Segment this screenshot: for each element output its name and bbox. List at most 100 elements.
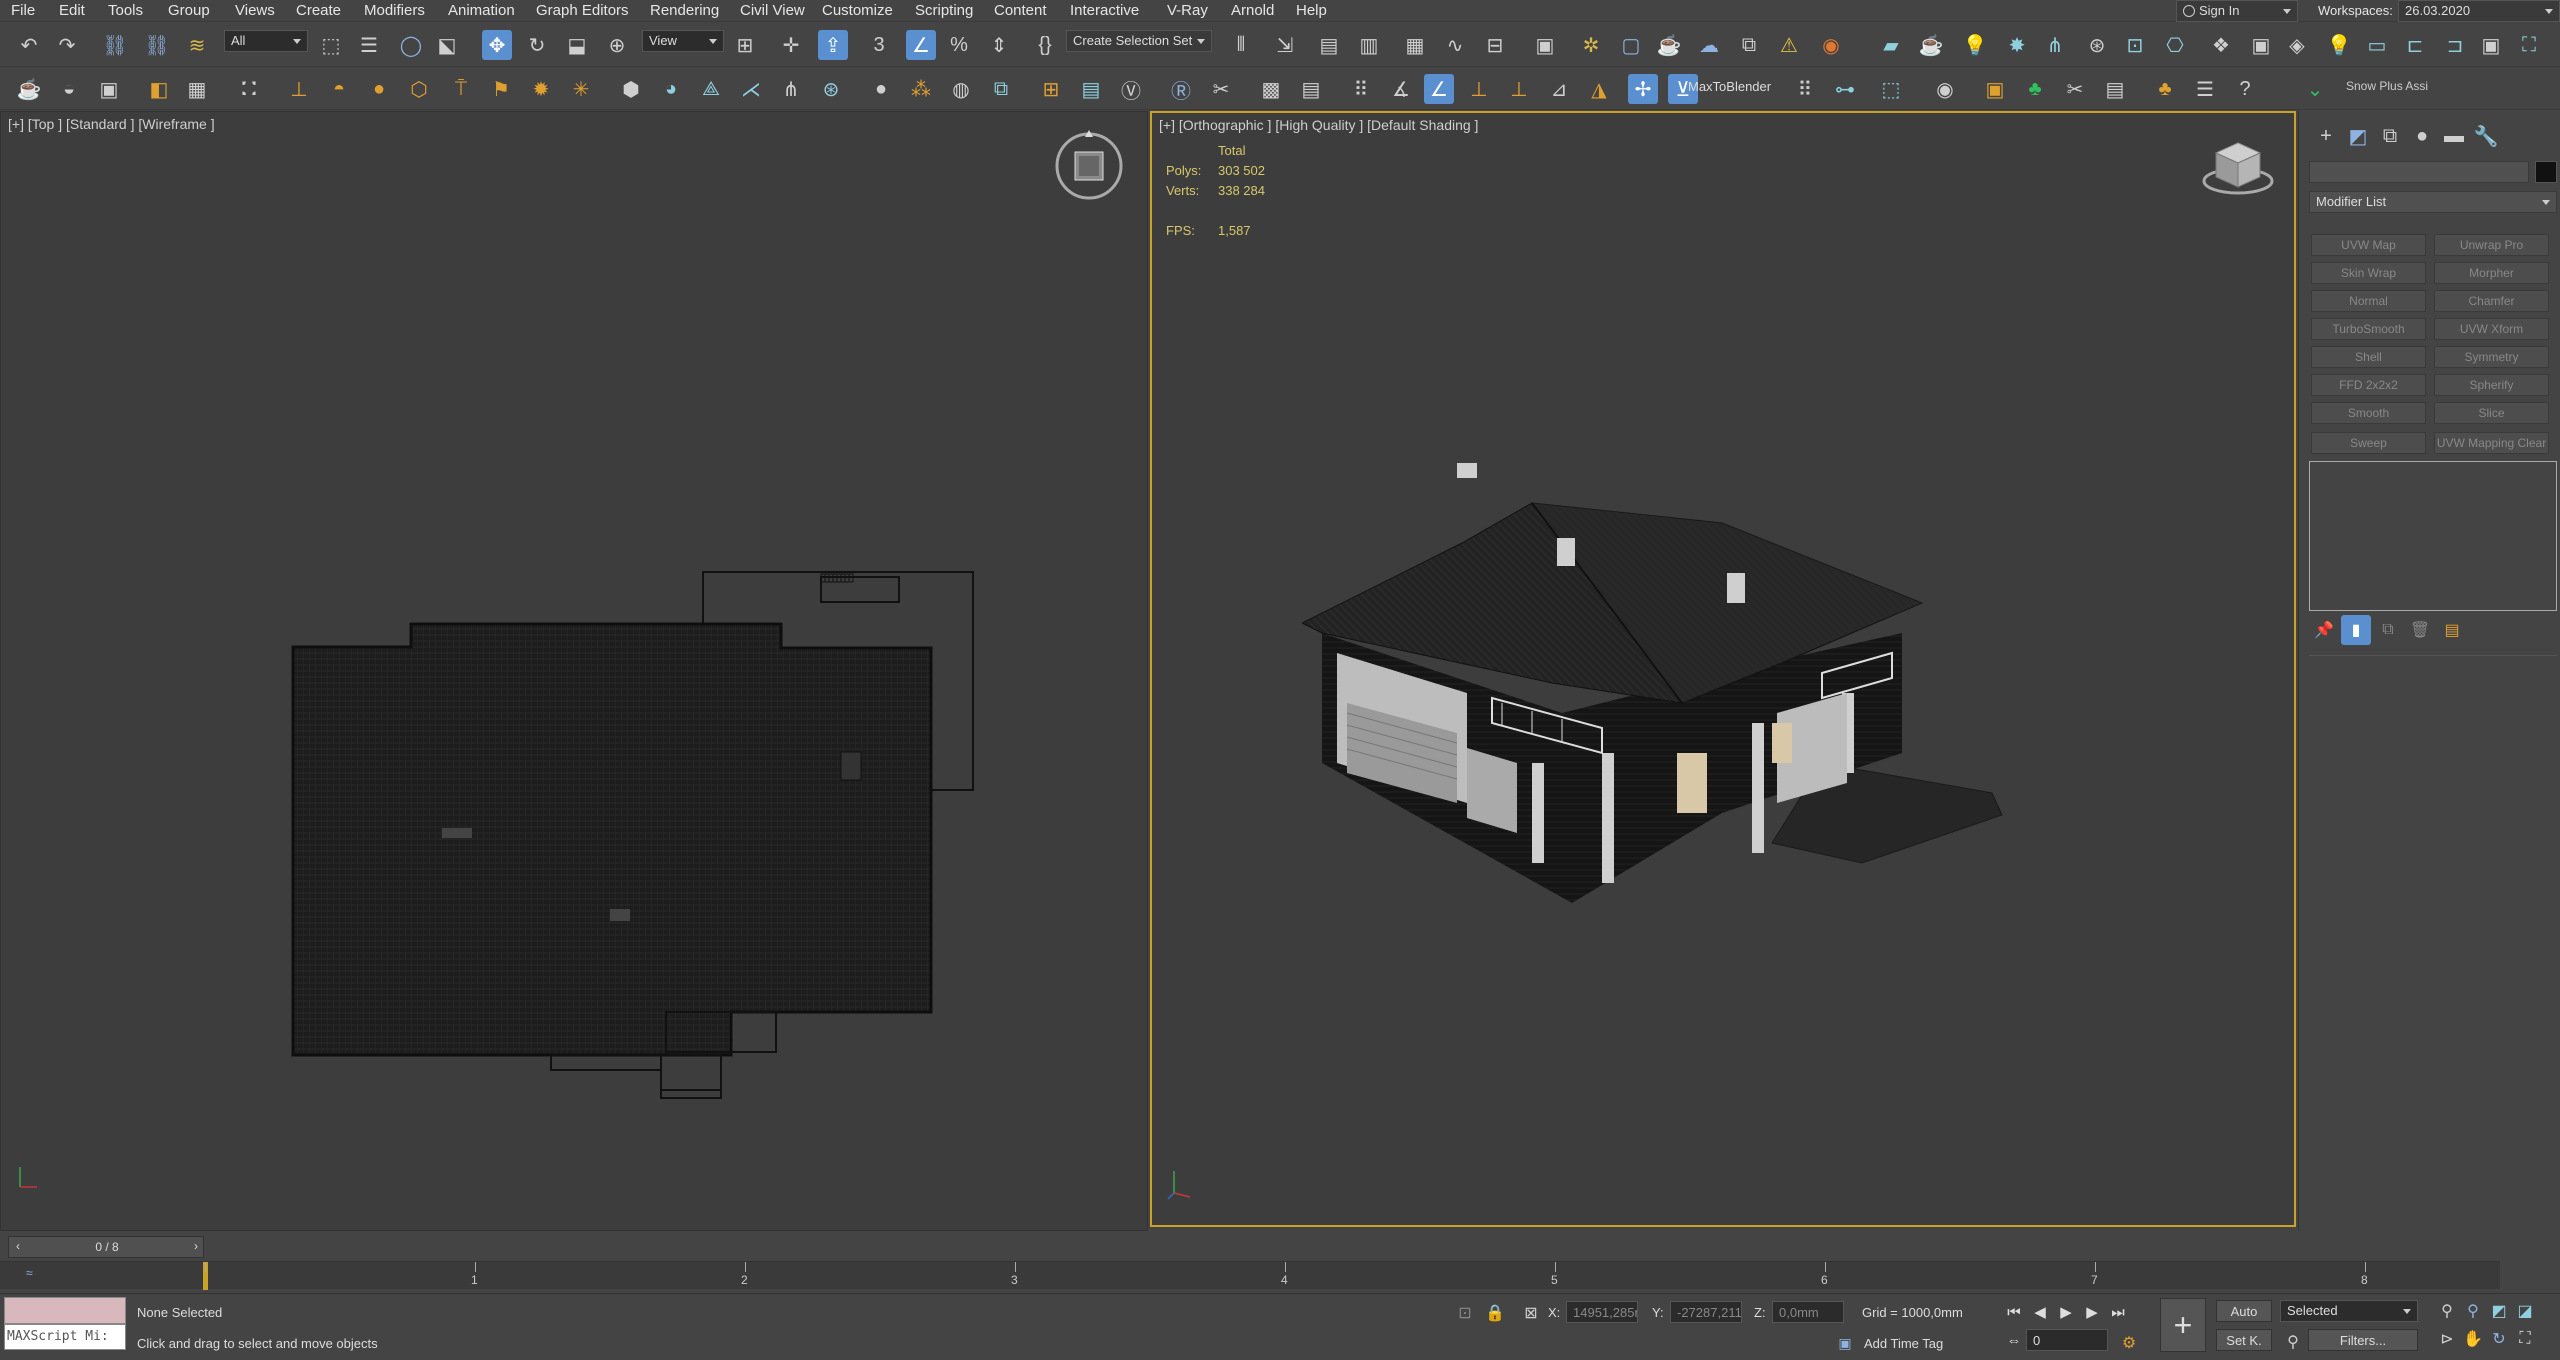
modifier-button[interactable]: Morpher	[2434, 262, 2549, 284]
viewport-top-label[interactable]: [+] [Top ] [Standard ] [Wireframe ]	[8, 116, 215, 132]
snap-midpoint-icon[interactable]: ⊥	[1504, 74, 1534, 104]
expand-icon[interactable]: ⌄	[2300, 74, 2330, 104]
render-element-icon[interactable]: ⊞	[1036, 74, 1066, 104]
cloud-render-icon[interactable]: ◉	[1930, 74, 1960, 104]
object-name-field[interactable]	[2309, 161, 2529, 183]
render-in-cloud-icon[interactable]: ☁	[1694, 30, 1724, 60]
snap-endpoint-icon[interactable]: ⊥	[1464, 74, 1494, 104]
select-object-icon[interactable]: ⬚	[316, 30, 346, 60]
vray-box-icon[interactable]: ⬢	[616, 74, 646, 104]
link-icon[interactable]: ⛓	[100, 30, 130, 60]
render-iterative-icon[interactable]: ⧉	[1734, 30, 1764, 60]
viewcube-ortho[interactable]	[2200, 137, 2276, 201]
forest-icon[interactable]: ♣	[2020, 74, 2050, 104]
isolate-selection-icon[interactable]: ⊡	[1450, 1298, 1480, 1328]
x-coordinate-field[interactable]: 14951,285n	[1566, 1301, 1638, 1323]
curve-editor-mini-icon[interactable]: ≈	[26, 1266, 33, 1280]
time-slider[interactable]: ‹ 0 / 8 ›	[8, 1236, 204, 1258]
modifier-button[interactable]: UVW Mapping Clear	[2434, 432, 2549, 454]
snaps-toggle-icon[interactable]: 3	[864, 30, 894, 60]
go-to-start-icon[interactable]: ⏮	[2000, 1300, 2028, 1324]
modifier-button[interactable]: Normal	[2311, 290, 2426, 312]
vray-edges-icon[interactable]: ⋌	[736, 74, 766, 104]
hierarchy-tab-icon[interactable]: ⧉	[2375, 121, 2405, 151]
reference-coordinate-dropdown[interactable]: View	[642, 30, 724, 52]
viewport-orthographic[interactable]: [+] [Orthographic ] [High Quality ] [Def…	[1150, 111, 2296, 1227]
material-browser-icon[interactable]: ⁂	[906, 74, 936, 104]
light-icon[interactable]: ◧	[144, 74, 174, 104]
select-and-rotate-icon[interactable]: ↻	[522, 30, 552, 60]
modifier-list-dropdown[interactable]: Modifier List	[2309, 191, 2557, 213]
next-frame-icon[interactable]: ›	[187, 1239, 205, 1253]
vray-toon-icon[interactable]: ▣	[2476, 30, 2506, 60]
set-key-button[interactable]: Set K.	[2216, 1329, 2272, 1351]
menu-modifiers[interactable]: Modifiers	[364, 2, 425, 19]
toggle-scene-explorer-icon[interactable]: ▤	[1314, 30, 1344, 60]
list-icon[interactable]: ☰	[2190, 74, 2220, 104]
vray-sphere-icon[interactable]: ◕	[656, 74, 686, 104]
photometric-icon[interactable]: ✳	[566, 74, 596, 104]
area-light-icon[interactable]: ⚑	[486, 74, 516, 104]
pivot-center-icon[interactable]: ⊞	[730, 30, 760, 60]
toggle-layer-explorer-icon[interactable]: ▥	[1354, 30, 1384, 60]
menu-create[interactable]: Create	[296, 2, 341, 19]
vray-bulb-icon[interactable]: 💡	[2324, 30, 2354, 60]
key-filters-icon[interactable]: ⚲	[2278, 1327, 2308, 1357]
filters-button[interactable]: Filters...	[2308, 1329, 2418, 1351]
curve-editor-icon[interactable]: ∿	[1440, 30, 1470, 60]
key-mode-toggle-icon[interactable]: ⇔	[2000, 1328, 2028, 1352]
viewcube-top[interactable]	[1051, 128, 1127, 204]
fp-icon[interactable]: ▣	[1980, 74, 2010, 104]
camera-icon[interactable]: ⛚	[234, 74, 264, 104]
ies-light-icon[interactable]: ⬡	[404, 74, 434, 104]
menu-animation[interactable]: Animation	[448, 2, 515, 19]
vray-environment-icon[interactable]: ⛶	[2514, 30, 2544, 60]
angle-snap-icon[interactable]: ∠	[906, 30, 936, 60]
spinner-snap-icon[interactable]: ⇕	[984, 30, 1014, 60]
v-logo-icon[interactable]: Ⓥ	[1116, 74, 1146, 104]
table-icon[interactable]: ▤	[2100, 74, 2130, 104]
make-unique-icon[interactable]: ⧉	[2373, 615, 2403, 645]
menu-scripting[interactable]: Scripting	[915, 2, 973, 19]
rendered-frame-window-icon[interactable]: ▢	[1616, 30, 1646, 60]
percent-snap-icon[interactable]: %	[944, 30, 974, 60]
vray-frame-buffer-icon[interactable]: ▰	[1876, 30, 1906, 60]
vray-scatter-icon[interactable]: ⟁	[696, 74, 726, 104]
vray-material-icon[interactable]: ◈	[2282, 30, 2312, 60]
modifier-button[interactable]: FFD 2x2x2	[2311, 374, 2426, 396]
snow-plus-label[interactable]: Snow Plus Assi	[2346, 79, 2428, 93]
modifier-button[interactable]: Unwrap Pro	[2434, 234, 2549, 256]
menu-content[interactable]: Content	[994, 2, 1047, 19]
render-setup-icon[interactable]: ✲	[1576, 30, 1606, 60]
standard-primitive-icon[interactable]: ◒	[54, 74, 84, 104]
vray-proxy-icon[interactable]: ⊛	[2082, 30, 2112, 60]
select-and-place-icon[interactable]: ⊕	[602, 30, 632, 60]
menu-graph-editors[interactable]: Graph Editors	[536, 2, 629, 19]
hair-icon[interactable]: ▤	[1296, 74, 1326, 104]
vray-fur-icon[interactable]: ⋔	[2040, 30, 2070, 60]
modifier-button[interactable]: UVW Map	[2311, 234, 2426, 256]
vray-lightmtl-icon[interactable]: ▦	[182, 74, 212, 104]
bind-spacewarp-icon[interactable]: ≋	[182, 30, 212, 60]
modifier-button[interactable]: UVW Xform	[2434, 318, 2549, 340]
viewport-ortho-label[interactable]: [+] [Orthographic ] [High Quality ] [Def…	[1159, 117, 1478, 133]
modifier-button[interactable]: Spherify	[2434, 374, 2549, 396]
material-palette-icon[interactable]: ◍	[946, 74, 976, 104]
vray-clipper-icon[interactable]: ⊏	[2400, 30, 2430, 60]
display-tab-icon[interactable]: ▬	[2439, 121, 2469, 151]
menu-help[interactable]: Help	[1296, 2, 1327, 19]
window-crossing-icon[interactable]: ⬕	[432, 30, 462, 60]
material-sphere-icon[interactable]: ●	[866, 74, 896, 104]
next-frame-icon[interactable]: ▶	[2078, 1300, 2106, 1324]
vray-light-lister-icon[interactable]: ▣	[2246, 30, 2276, 60]
time-configuration-icon[interactable]: ⚙	[2114, 1328, 2144, 1358]
array-icon[interactable]: ⠿	[1790, 74, 1820, 104]
modifier-stack[interactable]	[2309, 461, 2557, 611]
checker-icon[interactable]: ▩	[1256, 74, 1286, 104]
selection-lock-icon[interactable]: 🔒	[1480, 1298, 1510, 1328]
modifier-button[interactable]: Symmetry	[2434, 346, 2549, 368]
vray-physical-camera-icon[interactable]: ▭	[2362, 30, 2392, 60]
skylight-icon[interactable]: ◓	[324, 74, 354, 104]
vray-sun-icon[interactable]: ✸	[2002, 30, 2032, 60]
menu-group[interactable]: Group	[168, 2, 210, 19]
